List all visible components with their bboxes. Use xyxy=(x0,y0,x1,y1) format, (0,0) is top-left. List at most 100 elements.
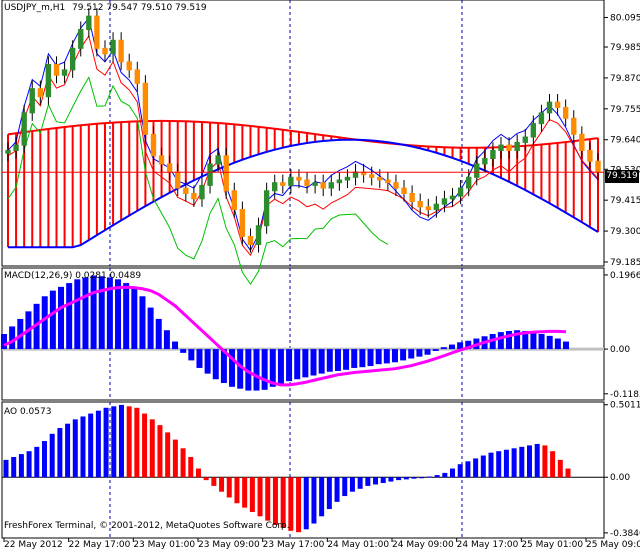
macd-bar xyxy=(408,349,415,359)
candle-body xyxy=(401,187,407,194)
ao-bar xyxy=(396,477,402,481)
macd-bar xyxy=(310,349,317,376)
ao-bar xyxy=(496,451,502,478)
candle-body xyxy=(118,39,124,63)
chart-window[interactable]: 80.09579.98579.87079.75579.64079.53079.4… xyxy=(0,0,640,550)
candle-body xyxy=(417,201,423,208)
ao-bar xyxy=(118,404,124,478)
candle-body xyxy=(13,144,19,151)
macd-bar xyxy=(530,332,537,350)
ao-bar xyxy=(519,446,525,478)
candle-body xyxy=(498,144,504,151)
ao-bar xyxy=(88,413,94,478)
candle-body xyxy=(37,88,44,98)
ao-bar xyxy=(226,477,232,498)
macd-tick-label: 0.1966 xyxy=(610,271,640,281)
candle-body xyxy=(457,187,464,197)
macd-bar xyxy=(188,349,195,361)
candle-body xyxy=(530,123,537,138)
ao-bar xyxy=(3,459,9,478)
ao-bar xyxy=(126,406,132,478)
candle-body xyxy=(579,133,585,151)
candle-body xyxy=(441,198,448,205)
macd-bar xyxy=(41,296,48,350)
macd-bar xyxy=(115,279,122,350)
ao-bar xyxy=(357,477,363,489)
ao-bar xyxy=(296,477,302,533)
candle-body xyxy=(320,182,326,189)
ao-bar xyxy=(234,477,240,504)
macd-bar xyxy=(74,279,81,350)
price-tick-label: 79.755 xyxy=(610,105,640,115)
macd-bar xyxy=(359,349,366,368)
ao-bar xyxy=(257,477,263,517)
candle-body xyxy=(393,182,399,189)
candle-body xyxy=(110,39,116,55)
price-tick-label: 79.870 xyxy=(610,74,640,84)
candle-body xyxy=(150,133,157,157)
candle-body xyxy=(304,179,310,186)
macd-bar xyxy=(172,341,179,350)
candle-body xyxy=(328,182,334,189)
ao-bar xyxy=(311,477,317,524)
candle-body xyxy=(377,176,383,181)
candle-body xyxy=(86,15,92,31)
ao-bar xyxy=(49,433,55,478)
macd-bar xyxy=(400,349,407,361)
candle-body xyxy=(134,69,141,84)
macd-bar xyxy=(1,334,7,350)
macd-bar xyxy=(9,326,16,350)
macd-bar xyxy=(302,349,309,378)
candle-body xyxy=(352,171,359,178)
ao-bar xyxy=(41,441,47,478)
price-tick-label: 79.415 xyxy=(610,196,640,206)
candle-body xyxy=(369,174,375,178)
price-tick-label: 79.640 xyxy=(610,136,640,146)
ao-tick-label: -0.3846 xyxy=(610,529,640,539)
ao-bar xyxy=(419,477,425,479)
macd-bar xyxy=(538,334,545,350)
candle-body xyxy=(247,235,254,246)
candle-body xyxy=(595,160,601,173)
macd-bar xyxy=(286,349,293,382)
macd-bar xyxy=(505,330,512,350)
candle-body xyxy=(231,190,237,211)
macd-bar xyxy=(277,349,284,385)
ao-bar xyxy=(557,459,563,478)
ao-bar xyxy=(373,477,379,485)
ao-bar xyxy=(511,448,517,478)
ao-bar xyxy=(195,468,201,478)
ao-bar xyxy=(157,425,163,478)
macd-bar xyxy=(546,335,553,350)
time-tick-label: 23 May 01:00 xyxy=(133,540,195,549)
ao-bar xyxy=(26,451,32,478)
ao-bar xyxy=(550,451,556,478)
time-tick-label: 24 May 01:00 xyxy=(327,540,389,549)
candle-body xyxy=(126,61,132,71)
candle-body xyxy=(53,63,60,76)
ao-bar xyxy=(211,477,217,486)
macd-bar xyxy=(139,296,146,350)
macd-bar xyxy=(375,349,382,365)
macd-bar xyxy=(261,349,268,390)
ao-bar xyxy=(450,468,456,478)
candle-body xyxy=(272,182,278,192)
candle-body xyxy=(312,182,318,186)
candle-body xyxy=(215,155,221,165)
candle-body xyxy=(522,136,528,143)
candle-body xyxy=(465,176,472,189)
ao-bar xyxy=(434,475,440,478)
candle-body xyxy=(207,163,213,186)
candle-body xyxy=(239,209,246,237)
macd-bar xyxy=(82,277,89,350)
ao-bar xyxy=(103,407,109,478)
ao-bar xyxy=(142,413,148,478)
ao-bar xyxy=(488,452,494,478)
price-tick-label: 80.095 xyxy=(610,13,640,23)
ao-bar xyxy=(442,472,448,478)
ao-title: AO 0.0573 xyxy=(4,407,52,417)
candle-body xyxy=(263,190,270,227)
candle-body xyxy=(482,158,488,165)
ao-bar xyxy=(188,456,194,478)
macd-bar xyxy=(424,349,431,355)
